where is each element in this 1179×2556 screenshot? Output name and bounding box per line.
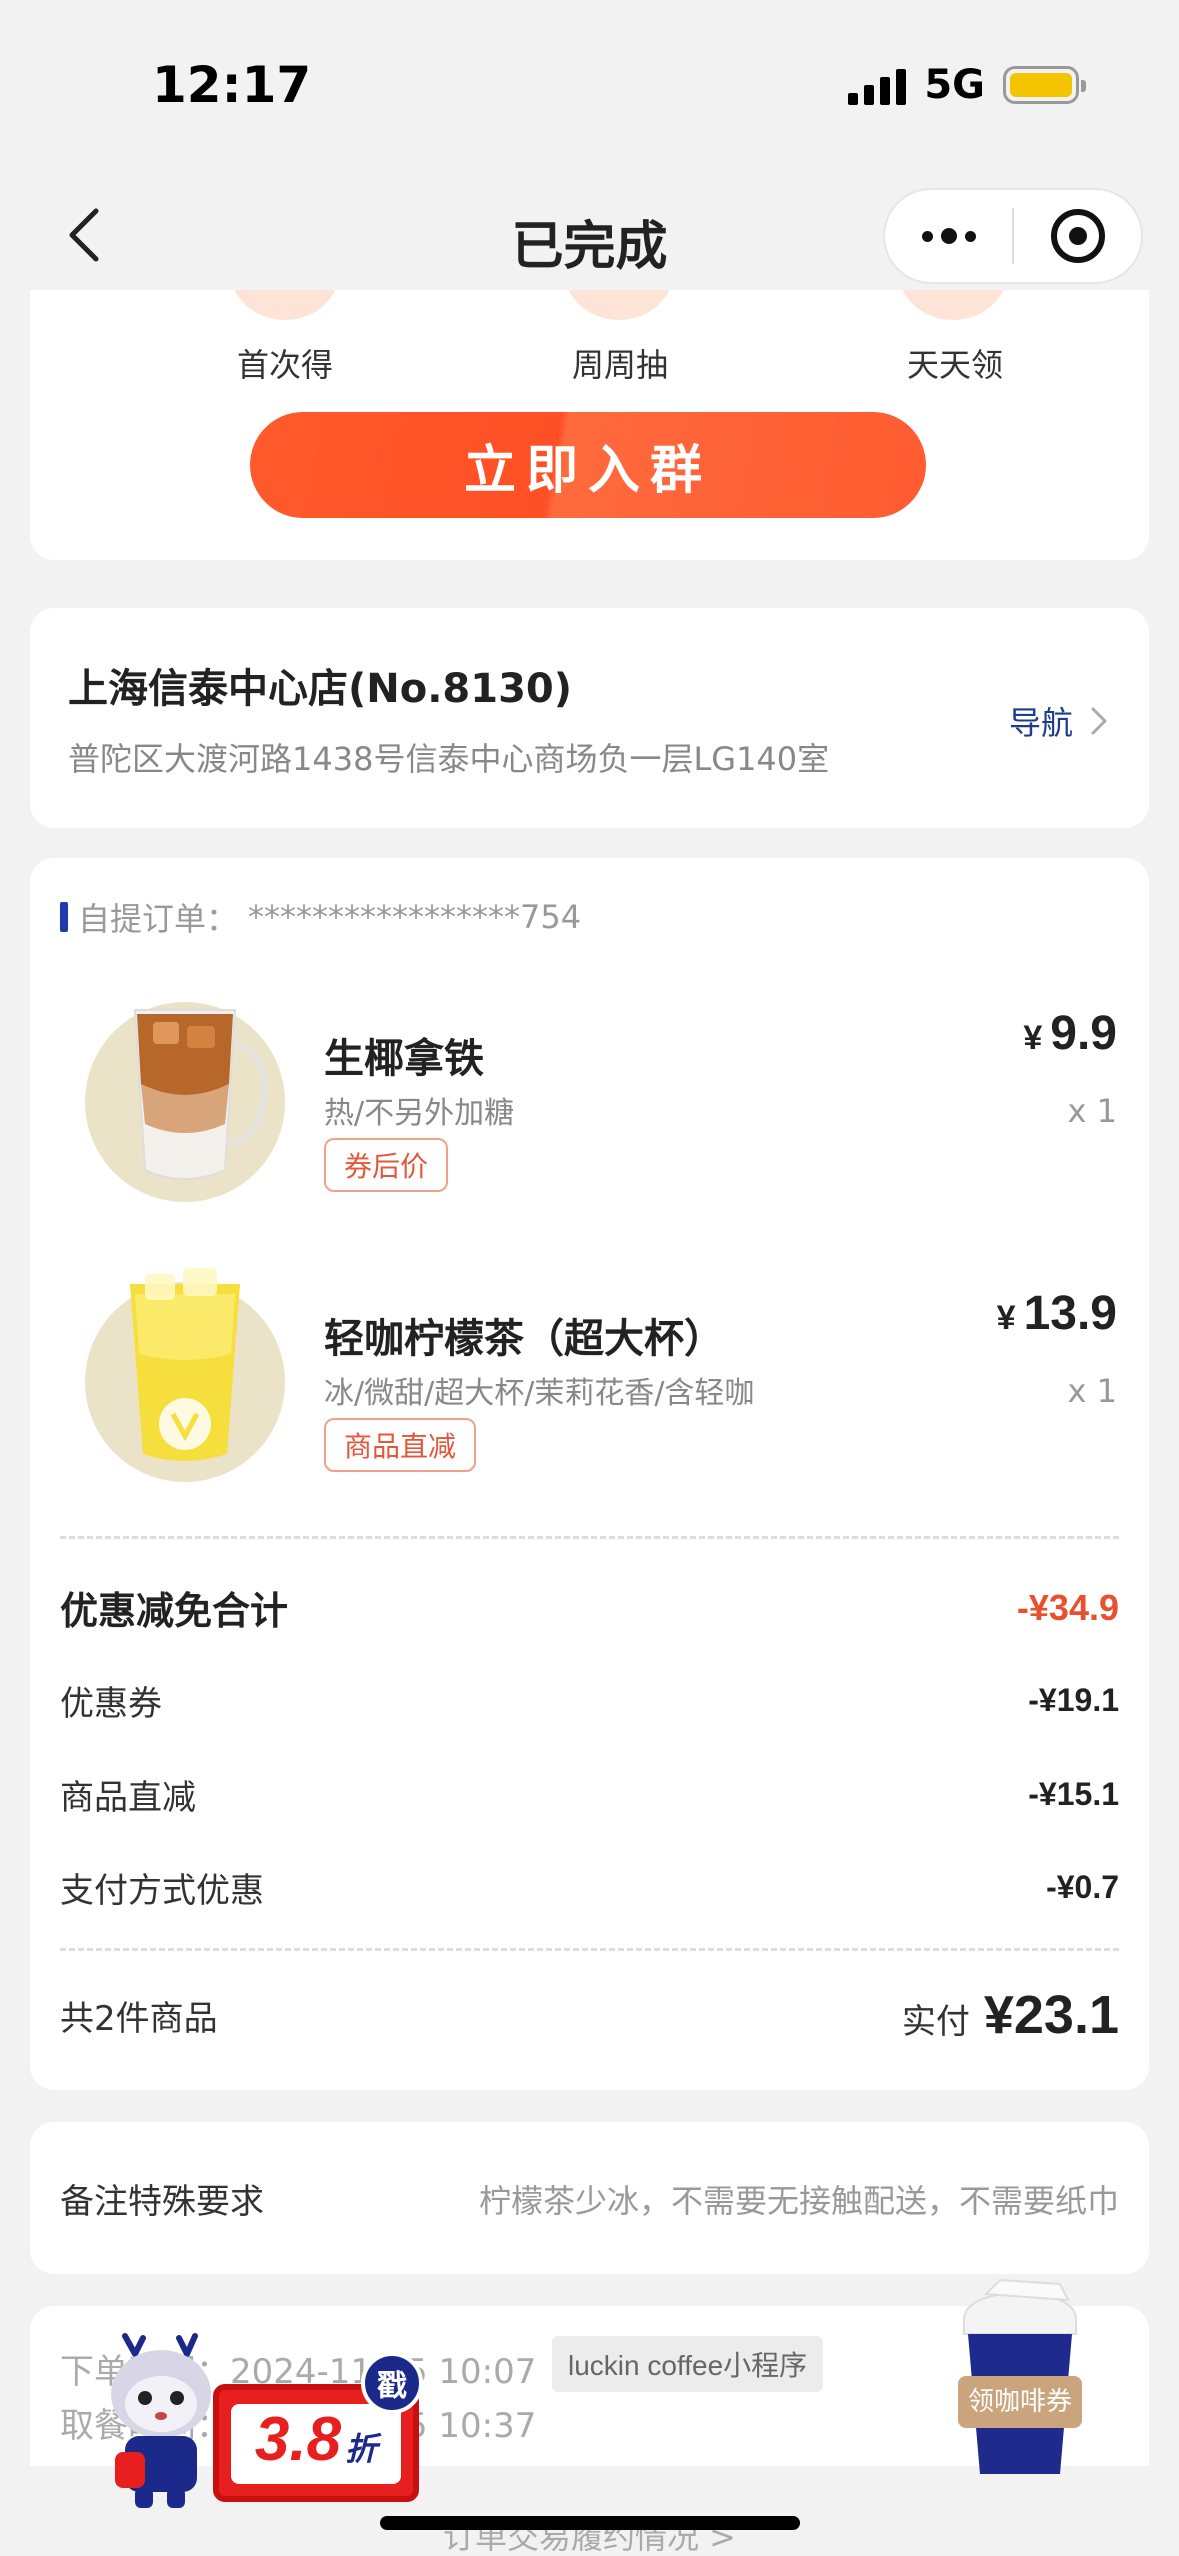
accent-bar <box>60 902 68 932</box>
store-address: 普陀区大渡河路1438号信泰中心商场负一层LG140室 <box>68 740 830 778</box>
discount-total-row: 优惠减免合计 -¥34.9 <box>60 1580 1119 1635</box>
coconut-latte-image <box>85 1002 285 1202</box>
close-miniprogram-button[interactable] <box>1014 209 1141 263</box>
item-price: ¥13.9 <box>997 1286 1117 1341</box>
item-quantity: x 1 <box>1067 1092 1117 1130</box>
total-row: 共2件商品 实付 ¥23.1 <box>60 1984 1119 2046</box>
item-price: ¥9.9 <box>1023 1006 1117 1061</box>
network-type: 5G <box>924 62 985 108</box>
discount-label: 支付方式优惠 <box>60 1871 264 1911</box>
order-header: 自提订单： *****************754 <box>60 894 581 940</box>
remark-label: 备注特殊要求 <box>60 2182 264 2222</box>
status-icons: 5G <box>848 62 1086 108</box>
item-price-value: 9.9 <box>1050 1007 1117 1060</box>
discount-total-value: -¥34.9 <box>1016 1586 1119 1628</box>
order-id: *****************754 <box>248 898 582 936</box>
group-join-card: 首次得 周周抽 天天领 立即入群 <box>30 290 1149 560</box>
home-indicator <box>380 2516 800 2530</box>
discount-row: 支付方式优惠 -¥0.7 <box>60 1863 1119 1912</box>
stamp-badge: 戳 <box>361 2352 423 2414</box>
item-spec: 冰/微甜/超大杯/茉莉花香/含轻咖 <box>324 1376 755 1411</box>
perk-label: 天天领 <box>906 346 1003 384</box>
discount-total-label: 优惠减免合计 <box>60 1589 289 1633</box>
discount-row: 商品直减 -¥15.1 <box>60 1770 1119 1819</box>
coupon-label: 领咖啡券 <box>968 2387 1072 2417</box>
divider <box>60 1948 1119 1951</box>
discount-label-box: 3.8 折 <box>231 2404 401 2484</box>
discount-value: -¥15.1 <box>1028 1776 1119 1812</box>
currency-symbol: ¥ <box>1023 1019 1043 1057</box>
perk-label: 首次得 <box>236 346 333 384</box>
signal-icon <box>848 65 907 105</box>
currency-symbol: ¥ <box>996 1299 1016 1337</box>
item-tag: 商品直减 <box>324 1418 477 1472</box>
remark-text: 柠檬茶少冰，不需要无接触配送，不需要纸巾 <box>478 2182 1119 2220</box>
navigate-button[interactable]: 导航 <box>1009 698 1109 744</box>
item-name: 生椰拿铁 <box>324 1036 484 1082</box>
join-group-button[interactable]: 立即入群 <box>250 412 926 518</box>
lemon-tea-image <box>85 1268 285 1482</box>
order-item[interactable]: 轻咖柠檬茶（超大杯） 冰/微甜/超大杯/茉莉花香/含轻咖 商品直减 ¥13.9 … <box>30 1254 1149 1494</box>
more-options-icon[interactable] <box>885 228 1012 244</box>
battery-icon <box>1003 66 1086 104</box>
discount-value: 3.8 <box>254 2405 342 2474</box>
discount-value: -¥19.1 <box>1028 1682 1119 1718</box>
miniprogram-capsule <box>883 188 1143 284</box>
perk-label: 周周抽 <box>571 346 668 384</box>
item-spec: 热/不另外加糖 <box>324 1096 515 1131</box>
item-name: 轻咖柠檬茶（超大杯） <box>324 1316 724 1362</box>
paid-label: 实付 <box>901 2002 970 2042</box>
discount-row: 优惠券 -¥19.1 <box>60 1676 1119 1725</box>
perk-icon <box>898 290 1008 320</box>
paid-total: 实付 ¥23.1 <box>902 1984 1119 2046</box>
discount-label: 商品直减 <box>60 1778 196 1818</box>
divider <box>60 1536 1119 1539</box>
order-type-label: 自提订单： <box>78 900 239 938</box>
discount-promo-float[interactable]: 3.8 折 戳 <box>95 2332 435 2512</box>
target-icon <box>1050 209 1105 263</box>
item-count: 共2件商品 <box>60 1998 218 2039</box>
status-bar: 12:17 5G <box>0 0 1179 170</box>
status-time: 12:17 <box>152 56 312 114</box>
source-badge: luckin coffee小程序 <box>552 2336 824 2392</box>
nav-bar: 已完成 <box>0 170 1179 305</box>
store-card: 上海信泰中心店(No.8130) 普陀区大渡河路1438号信泰中心商场负一层LG… <box>30 608 1149 828</box>
navigate-label: 导航 <box>1008 704 1073 742</box>
order-card: 自提订单： *****************754 生椰拿铁 热/不另外加糖 … <box>30 858 1149 2090</box>
store-name: 上海信泰中心店(No.8130) <box>68 666 573 712</box>
discount-unit: 折 <box>345 2430 378 2468</box>
item-tag: 券后价 <box>324 1138 449 1192</box>
item-quantity: x 1 <box>1067 1372 1117 1410</box>
perk-icon <box>230 290 340 320</box>
perk-icon <box>564 290 674 320</box>
remark-card: 备注特殊要求 柠檬茶少冰，不需要无接触配送，不需要纸巾 <box>30 2122 1149 2274</box>
discount-value: -¥0.7 <box>1046 1869 1119 1905</box>
coffee-coupon-button[interactable]: 领咖啡券 <box>950 2276 1090 2476</box>
discount-label: 优惠券 <box>60 1684 162 1724</box>
order-item[interactable]: 生椰拿铁 热/不另外加糖 券后价 ¥9.9 x 1 <box>30 974 1149 1214</box>
item-price-value: 13.9 <box>1023 1287 1117 1340</box>
chevron-right-icon <box>1091 707 1107 735</box>
paid-value: ¥23.1 <box>983 1985 1119 2045</box>
